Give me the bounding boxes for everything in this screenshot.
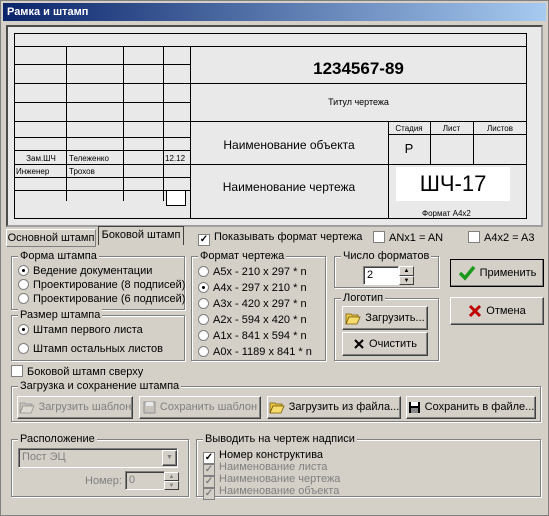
radio-format-a0[interactable]: А0х - 1189 х 841 * n (198, 346, 312, 359)
window-title: Рамка и штамп (3, 3, 546, 21)
stage-value: Р (404, 141, 414, 156)
object-name: Наименование объекта (223, 138, 355, 152)
drawing-title: Титул чертежа (328, 97, 389, 107)
checkbox-box (11, 365, 23, 377)
load-from-file-button[interactable]: Загрузить из файла... (267, 396, 401, 419)
number-input[interactable]: 0 (125, 471, 165, 490)
chevron-down-icon[interactable]: ▼ (162, 450, 177, 466)
row-name: Тележенко (69, 154, 109, 163)
radio-dot-icon (18, 279, 29, 290)
radio-dot-icon (18, 265, 29, 276)
radio-format-a1[interactable]: А1х - 841 х 594 * n (198, 330, 307, 343)
radio-dot-icon (198, 330, 209, 341)
checkmark-icon (458, 265, 475, 281)
radio-design-6[interactable]: Проектирование (6 подписей) (18, 293, 185, 306)
tab-side-stamp[interactable]: Боковой штамп (98, 226, 184, 245)
drawing-format-group: Формат чертежа А5х - 210 х 297 * n А4х -… (191, 250, 326, 361)
close-icon (354, 339, 364, 349)
spin-up-icon[interactable]: ▲ (164, 472, 179, 481)
number-label: Номер: (85, 475, 122, 487)
row-date: 12.12 (165, 154, 186, 163)
sheets-header: Листов (487, 124, 513, 133)
logo-load-button[interactable]: Загрузить... (342, 306, 428, 330)
floppy-disk-icon (408, 401, 420, 413)
radio-dot-icon (18, 293, 29, 304)
doc-number: 1234567-89 (313, 59, 404, 78)
radio-format-a5[interactable]: А5х - 210 х 297 * n (198, 266, 307, 279)
drawing-name: Наименование чертежа (222, 180, 356, 194)
stamp-size-group: Размер штампа Штамп первого листа Штамп … (11, 309, 185, 361)
row-role: Инженер (16, 167, 50, 176)
floppy-disk-icon (143, 401, 156, 414)
radio-format-a2[interactable]: А2х - 594 х 420 * n (198, 314, 307, 327)
tab-main-stamp[interactable]: Основной штамп (6, 229, 96, 247)
radio-maintain-docs[interactable]: Ведение документации (18, 265, 152, 278)
folder-open-icon (269, 402, 285, 413)
stamp-code: ШЧ-17 (396, 167, 510, 201)
location-select[interactable]: Пост ЭЦ (18, 448, 178, 468)
radio-dot-icon (198, 266, 209, 277)
load-template-button[interactable]: Загрузить шаблон (17, 396, 133, 419)
row-name: Трохов (69, 167, 95, 176)
show-format-checkbox[interactable]: ✓ Показывать формат чертежа (198, 231, 362, 246)
folder-open-icon (345, 313, 361, 324)
spin-down-icon[interactable]: ▼ (399, 276, 414, 285)
radio-first-sheet[interactable]: Штамп первого листа (18, 324, 143, 337)
anx1-checkbox[interactable]: ANx1 = AN (373, 231, 443, 245)
folder-open-icon (19, 402, 35, 413)
format-label: Формат А4х2 (422, 209, 471, 218)
apply-button[interactable]: Применить (450, 259, 544, 287)
radio-format-a3[interactable]: А3х - 420 х 297 * n (198, 298, 307, 311)
check-icon: ✓ (198, 234, 210, 246)
radio-dot-icon (18, 324, 29, 335)
side-stamp-top-checkbox[interactable]: Боковой штамп сверху (11, 365, 143, 379)
radio-dot-icon (198, 314, 209, 325)
stamp-form-group: Форма штампа Ведение документации Проект… (11, 250, 185, 310)
stamp-empty-cell (166, 190, 186, 206)
spin-up-icon[interactable]: ▲ (399, 266, 414, 276)
radio-dot-icon (18, 343, 29, 354)
top-dash (14, 33, 527, 34)
sheet-header: Лист (442, 124, 461, 133)
save-to-file-button[interactable]: Сохранить в файле... (406, 396, 536, 419)
row-role: Зам.ШЧ (26, 154, 56, 163)
cancel-x-icon (469, 305, 482, 318)
logo-clear-button[interactable]: Очистить (342, 332, 428, 356)
inscriptions-group: Выводить на чертеж надписи ✓ Номер констр… (196, 433, 541, 500)
radio-other-sheets[interactable]: Штамп остальных листов (18, 343, 163, 356)
cancel-button[interactable]: Отмена (450, 297, 544, 325)
save-template-button[interactable]: Сохранить шаблон (139, 396, 261, 419)
radio-format-a4[interactable]: А4х - 297 х 210 * n (198, 282, 307, 295)
spin-down-icon[interactable]: ▼ (164, 481, 179, 490)
check-icon: ✓ (203, 488, 215, 500)
stage-header: Стадия (395, 124, 423, 133)
checkbox-box (468, 231, 480, 243)
checkbox-box (373, 231, 385, 243)
format-count-input[interactable]: 2 (363, 266, 399, 285)
a4x2-checkbox[interactable]: A4x2 = A3 (468, 231, 534, 245)
radio-dot-icon (198, 282, 209, 293)
radio-dot-icon (198, 298, 209, 309)
radio-design-8[interactable]: Проектирование (8 подписей) (18, 279, 185, 292)
stamp-preview: 1234567-89 Титул чертежа Наименование об… (6, 25, 543, 227)
dialog-window: Рамка и штамп 1234567-89 Титул чертежа Н… (0, 0, 549, 516)
object-name-checkbox[interactable]: ✓ Наименование объекта (203, 485, 339, 500)
radio-dot-icon (198, 346, 209, 357)
